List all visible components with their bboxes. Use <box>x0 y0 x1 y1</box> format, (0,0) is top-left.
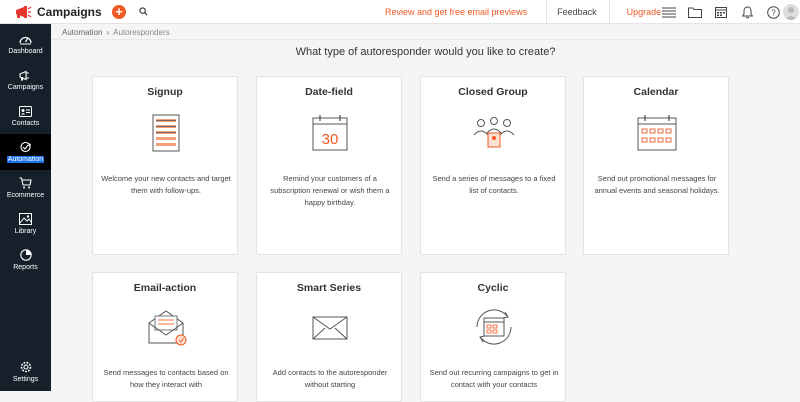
avatar[interactable] <box>783 4 799 20</box>
contacts-icon <box>19 105 32 117</box>
card-title: Smart Series <box>296 282 362 294</box>
group-icon <box>473 117 515 148</box>
gear-icon <box>20 361 31 373</box>
top-icons: ? <box>656 0 786 24</box>
card-description: Send out promotional messages for annual… <box>594 174 720 195</box>
card-title: Signup <box>147 86 183 98</box>
sidebar-item-campaigns[interactable]: Campaigns <box>0 62 51 98</box>
sidebar-item-label: Library <box>14 228 37 235</box>
card-title: Date-field <box>305 86 353 98</box>
card-description: Remind your customers of a subscription … <box>270 174 390 207</box>
sidebar-item-label: Settings <box>12 376 39 383</box>
breadcrumb-current: Autoresponders <box>113 28 170 37</box>
card-smart-series[interactable]: Smart Series Add contacts to the autores… <box>256 272 402 402</box>
breadcrumb-parent[interactable]: Automation <box>62 28 102 37</box>
card-title: Closed Group <box>458 86 528 98</box>
sidebar-item-label: Dashboard <box>8 47 43 55</box>
card-email-action[interactable]: Email-action Send messages to contacts b… <box>92 272 238 402</box>
envelope-icon <box>148 310 187 346</box>
folder-icon[interactable] <box>682 0 708 24</box>
sidebar: Dashboard Campaigns Contacts Automation … <box>0 24 51 391</box>
list-view-icon[interactable] <box>656 0 682 24</box>
date-number: 30 <box>322 131 339 148</box>
sidebar-item-label: Reports <box>13 264 38 271</box>
sidebar-item-label: Contacts <box>11 119 40 127</box>
sidebar-item-library[interactable]: Library <box>0 206 51 242</box>
card-title: Calendar <box>633 86 679 98</box>
card-description: Send messages to contacts based on how t… <box>103 368 229 389</box>
card-date-field[interactable]: Date-field 30 Remind your customers of a… <box>256 76 402 255</box>
sidebar-item-label: Campaigns <box>7 83 44 91</box>
automation-icon <box>20 141 31 153</box>
sidebar-item-automation[interactable]: Automation <box>0 134 51 170</box>
breadcrumb: Automation › Autoresponders <box>62 28 170 37</box>
dashboard-icon <box>19 36 32 44</box>
feedback-link[interactable]: Feedback <box>557 7 597 17</box>
megaphone-logo-icon <box>16 5 32 18</box>
cart-icon <box>19 177 32 189</box>
card-calendar[interactable]: Calendar Send out promotional messages f… <box>583 76 729 255</box>
pie-chart-icon <box>19 249 32 261</box>
card-closed-group[interactable]: Closed Group Send a series of messages t… <box>420 76 566 255</box>
search-icon[interactable] <box>136 5 150 19</box>
smart-series-icon <box>312 316 348 340</box>
card-signup[interactable]: Signup Welcome your new contacts and tar… <box>92 76 238 255</box>
card-title: Email-action <box>133 282 197 294</box>
megaphone-icon <box>19 70 29 80</box>
cyclic-calendar-icon <box>476 309 512 345</box>
chevron-right-icon: › <box>106 28 110 37</box>
card-description: Send a series of messages to a fixed lis… <box>432 174 556 195</box>
calendar-icon <box>637 115 677 151</box>
sidebar-item-ecommerce[interactable]: Ecommerce <box>0 170 51 206</box>
card-description: Welcome your new contacts and target the… <box>101 174 231 195</box>
signup-form-icon <box>152 114 180 152</box>
sidebar-item-contacts[interactable]: Contacts <box>0 98 51 134</box>
sidebar-item-label: Ecommerce <box>6 192 45 199</box>
sidebar-item-dashboard[interactable]: Dashboard <box>0 26 51 62</box>
app-name: Campaigns <box>37 4 102 19</box>
library-icon <box>19 213 32 225</box>
card-title: Cyclic <box>477 282 509 294</box>
bell-icon[interactable] <box>734 0 760 24</box>
calendar-date-icon: 30 <box>312 115 348 151</box>
top-links: Review and get free email previews Feedb… <box>385 0 661 24</box>
create-button[interactable]: + <box>112 4 126 19</box>
svg-text:?: ? <box>771 8 776 17</box>
page-title: What type of autoresponder would you lik… <box>295 46 556 58</box>
review-link[interactable]: Review and get free email previews <box>385 7 527 17</box>
sidebar-item-reports[interactable]: Reports <box>0 242 51 278</box>
brand[interactable]: Campaigns <box>0 5 107 19</box>
divider <box>51 39 800 40</box>
card-cyclic[interactable]: Cyclic Send out recurring campaigns to g… <box>420 272 566 402</box>
sidebar-item-label: Automation <box>6 156 45 163</box>
card-description: Send out recurring campaigns to get in c… <box>429 368 559 389</box>
card-description: Add contacts to the autoresponder withou… <box>272 368 388 389</box>
sidebar-item-settings[interactable]: Settings <box>0 354 51 390</box>
calendar-top-icon[interactable] <box>708 0 734 24</box>
